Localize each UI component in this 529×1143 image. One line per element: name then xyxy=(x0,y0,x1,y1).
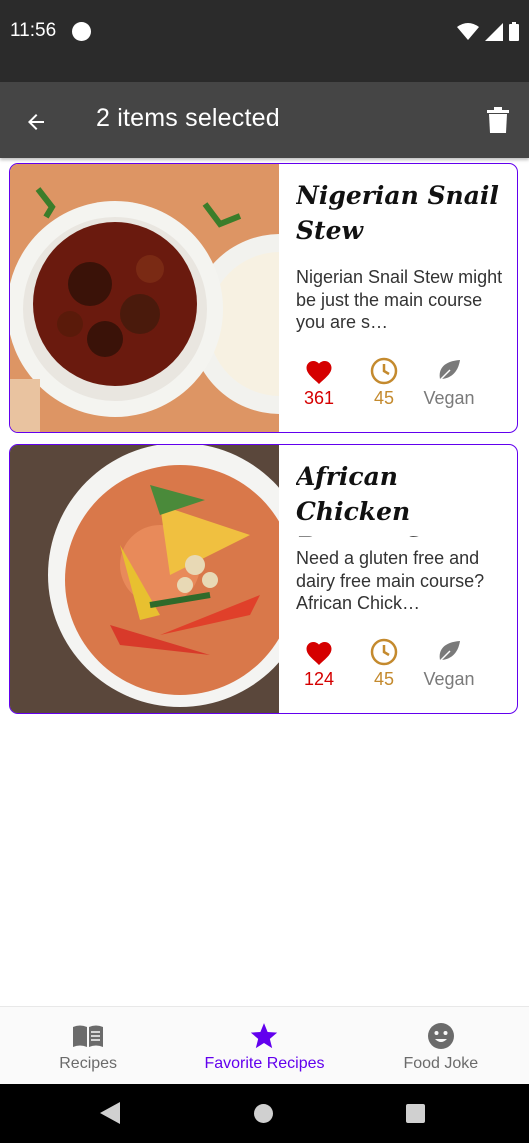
trash-icon xyxy=(487,107,509,133)
system-recents-icon[interactable] xyxy=(406,1104,425,1123)
recipe-description: Nigerian Snail Stew might be just the ma… xyxy=(296,267,503,332)
minutes-value: 45 xyxy=(373,388,395,408)
heart-icon xyxy=(304,637,334,667)
vegan-stat: Vegan xyxy=(414,356,484,409)
nav-favorite-recipes-label: Favorite Recipes xyxy=(204,1055,325,1072)
selection-count-title: 2 items selected xyxy=(96,104,280,132)
nav-food-joke-label: Food Joke xyxy=(403,1055,479,1072)
recipe-title: African Chicken Peanut Stew xyxy=(296,462,470,537)
recipe-stats: 361 45 Vegan xyxy=(296,356,508,409)
battery-icon xyxy=(509,22,519,41)
system-navigation-bar xyxy=(0,1084,529,1143)
likes-count: 124 xyxy=(303,669,335,689)
wifi-icon xyxy=(457,22,479,40)
time-stat: 45 xyxy=(354,637,414,690)
delete-button[interactable] xyxy=(483,104,513,136)
clock-icon xyxy=(370,637,398,667)
leaf-icon xyxy=(436,637,462,667)
clock-icon xyxy=(370,356,398,386)
system-back-icon[interactable] xyxy=(100,1102,120,1124)
recipe-title: Nigerian Snail Stew xyxy=(296,181,499,245)
smiley-icon xyxy=(427,1021,455,1051)
status-icons xyxy=(457,22,519,41)
recipe-image xyxy=(10,445,279,713)
star-icon xyxy=(250,1021,278,1051)
likes-count: 361 xyxy=(303,388,335,408)
leaf-icon xyxy=(436,356,462,386)
likes-stat: 124 xyxy=(296,637,342,690)
status-time: 11:56 xyxy=(10,20,57,41)
heart-icon xyxy=(304,356,334,386)
nav-favorite-recipes[interactable]: Favorite Recipes xyxy=(176,1007,352,1084)
arrow-back-icon xyxy=(28,114,44,130)
recipe-card-african-chicken-peanut-stew[interactable]: African Chicken Peanut Stew Need a glute… xyxy=(9,444,518,714)
minutes-value: 45 xyxy=(373,669,395,689)
nav-food-joke[interactable]: Food Joke xyxy=(353,1007,529,1084)
vegan-label: Vegan xyxy=(423,669,475,689)
notification-app-icon xyxy=(72,22,91,41)
recipe-stats: 124 45 Vegan xyxy=(296,637,508,690)
time-stat: 45 xyxy=(354,356,414,409)
menu-book-icon xyxy=(72,1021,104,1051)
recipe-card-nigerian-snail-stew[interactable]: Nigerian Snail Stew Nigerian Snail Stew … xyxy=(9,163,518,433)
vegan-label: Vegan xyxy=(423,388,475,408)
likes-stat: 361 xyxy=(296,356,342,409)
recipe-info: African Chicken Peanut Stew Need a glute… xyxy=(296,459,508,615)
close-action-mode-button[interactable] xyxy=(18,104,54,140)
bottom-navigation: Recipes Favorite Recipes Food Joke xyxy=(0,1006,529,1084)
system-home-icon[interactable] xyxy=(254,1104,273,1123)
status-bar: 11:56 xyxy=(0,0,529,82)
recipe-image xyxy=(10,164,279,432)
nav-recipes[interactable]: Recipes xyxy=(0,1007,176,1084)
cell-signal-icon xyxy=(485,22,503,41)
action-mode-bar: 2 items selected xyxy=(0,82,529,158)
recipe-info: Nigerian Snail Stew Nigerian Snail Stew … xyxy=(296,178,508,334)
favorite-recipes-list: Nigerian Snail Stew Nigerian Snail Stew … xyxy=(9,163,518,725)
recipe-description: Need a gluten free and dairy free main c… xyxy=(296,548,485,613)
vegan-stat: Vegan xyxy=(414,637,484,690)
nav-recipes-label: Recipes xyxy=(59,1055,118,1072)
